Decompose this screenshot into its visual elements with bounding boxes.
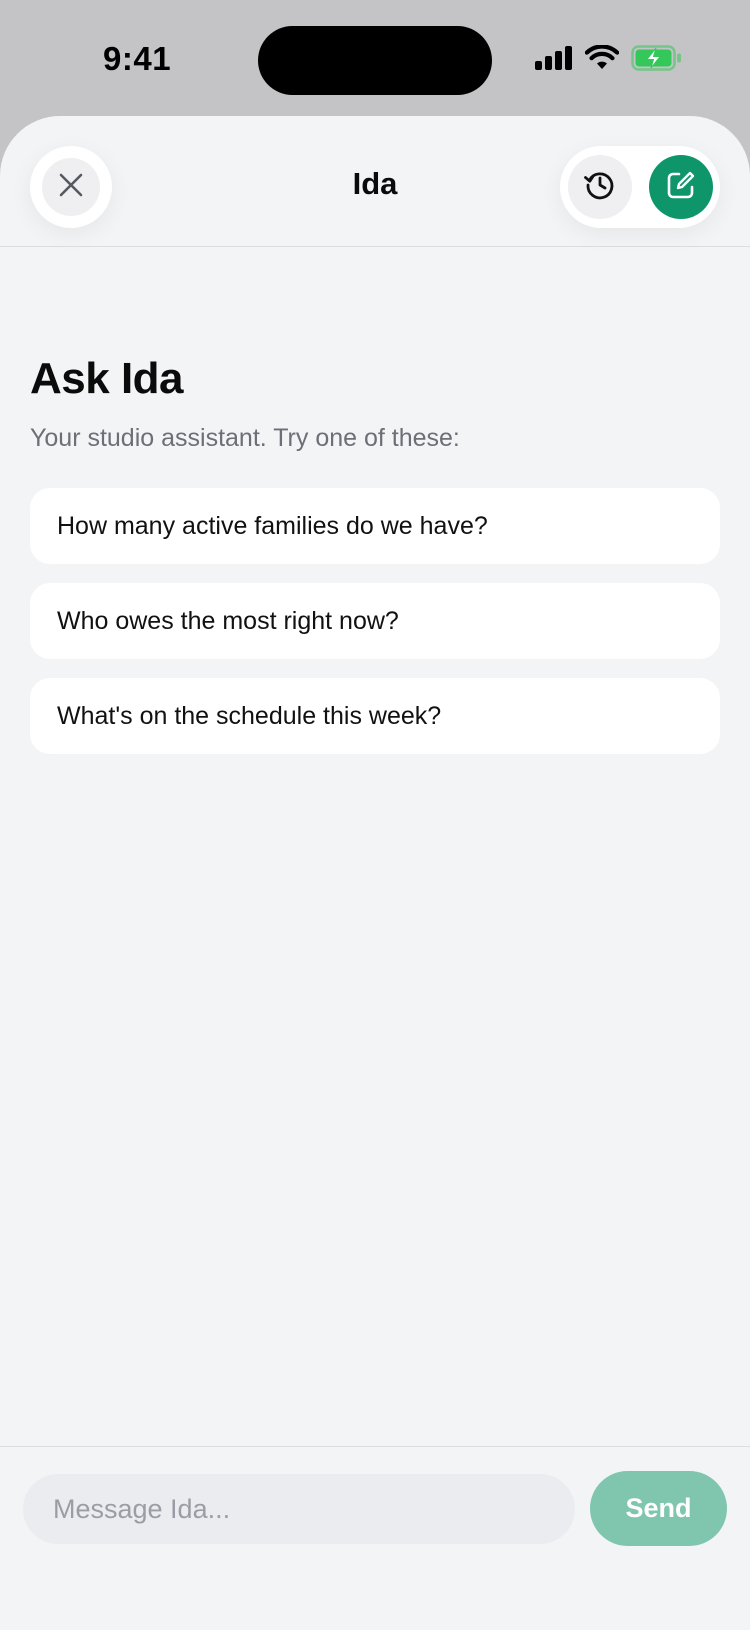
header-actions [560, 146, 720, 228]
suggestion-chip[interactable]: Who owes the most right now? [30, 583, 720, 659]
send-button[interactable]: Send [590, 1471, 727, 1546]
compose-icon [666, 170, 696, 205]
history-icon [583, 168, 617, 207]
suggestion-chip[interactable]: What's on the schedule this week? [30, 678, 720, 754]
suggestion-chip[interactable]: How many active families do we have? [30, 488, 720, 564]
intro-title: Ask Ida [30, 354, 184, 403]
intro-subtitle: Your studio assistant. Try one of these: [30, 424, 460, 452]
status-time: 9:41 [103, 40, 172, 77]
dynamic-island [258, 26, 492, 95]
cellular-signal-icon [535, 45, 573, 75]
suggestion-list: How many active families do we have? Who… [30, 488, 720, 773]
battery-charging-icon [631, 44, 683, 76]
wifi-icon [584, 43, 620, 76]
status-icons [535, 43, 683, 76]
assistant-sheet: Ida Ask Ida Your studio assistant. Try o… [0, 116, 750, 1630]
new-chat-button[interactable] [649, 155, 713, 219]
status-bar: 9:41 [0, 0, 750, 118]
message-composer: Send [0, 1446, 750, 1630]
sheet-header: Ida [0, 116, 750, 247]
message-input[interactable] [23, 1474, 575, 1544]
history-button[interactable] [568, 155, 632, 219]
